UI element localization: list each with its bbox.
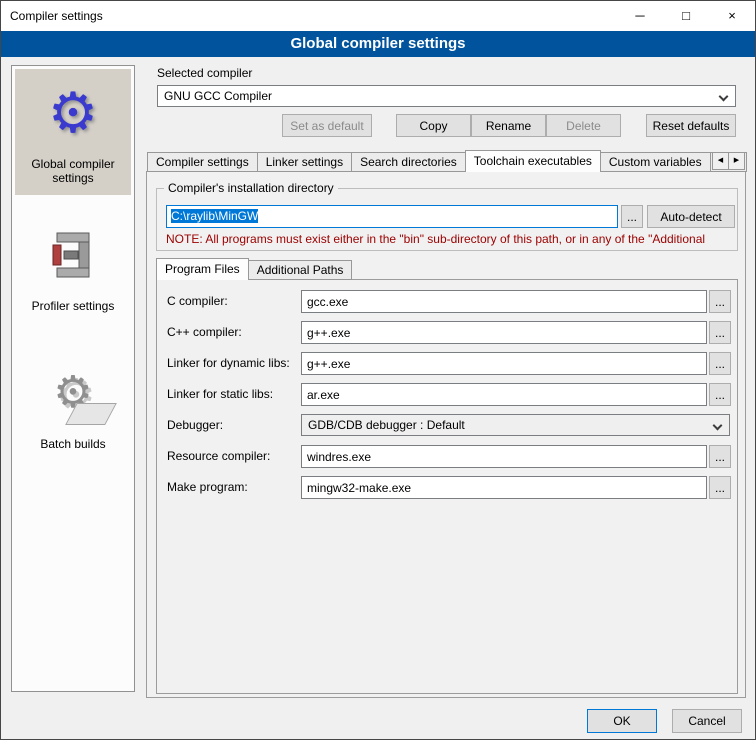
inner-tab-strip: Program Files Additional Paths xyxy=(156,258,352,280)
dynamic-linker-input[interactable] xyxy=(301,352,707,375)
tab-linker-settings[interactable]: Linker settings xyxy=(257,152,352,172)
installation-directory-browse-button[interactable]: ... xyxy=(621,205,643,228)
tab-scroll-left-button[interactable]: ◀ xyxy=(712,152,729,170)
dynamic-linker-row: Linker for dynamic libs: ... xyxy=(156,352,738,375)
cpp-compiler-browse-button[interactable]: ... xyxy=(709,321,731,344)
tab-program-files[interactable]: Program Files xyxy=(156,258,249,280)
blue-gear-icon: ⚙ xyxy=(48,77,98,149)
page-title: Global compiler settings xyxy=(1,31,755,57)
cpp-compiler-row: C++ compiler: ... xyxy=(156,321,738,344)
installation-directory-value: C:\raylib\MinGW xyxy=(171,209,258,223)
cancel-button[interactable]: Cancel xyxy=(672,709,742,733)
tab-compiler-settings[interactable]: Compiler settings xyxy=(147,152,258,172)
tab-additional-paths[interactable]: Additional Paths xyxy=(248,260,353,280)
compiler-settings-window: Compiler settings ─ □ × Global compiler … xyxy=(0,0,756,740)
auto-detect-button[interactable]: Auto-detect xyxy=(647,205,735,228)
dynamic-linker-label: Linker for dynamic libs: xyxy=(167,356,290,370)
set-as-default-button[interactable]: Set as default xyxy=(282,114,372,137)
debugger-select[interactable]: GDB/CDB debugger : Default xyxy=(301,414,730,436)
resource-compiler-input[interactable] xyxy=(301,445,707,468)
sidebar: ⚙ Global compiler settings Profiler sett… xyxy=(11,65,135,692)
sidebar-item-global-compiler-settings[interactable]: ⚙ Global compiler settings xyxy=(15,69,131,195)
compiler-select[interactable]: GNU GCC Compiler xyxy=(157,85,736,107)
make-program-row: Make program: ... xyxy=(156,476,738,499)
installation-directory-input[interactable]: C:\raylib\MinGW xyxy=(166,205,618,228)
ok-button[interactable]: OK xyxy=(587,709,657,733)
debugger-row: Debugger: GDB/CDB debugger : Default xyxy=(156,414,738,437)
debugger-label: Debugger: xyxy=(167,418,223,432)
maximize-button[interactable]: □ xyxy=(663,1,709,31)
selected-compiler-label: Selected compiler xyxy=(157,66,252,80)
note-text: NOTE: All programs must exist either in … xyxy=(166,232,732,246)
debugger-select-value: GDB/CDB debugger : Default xyxy=(308,418,465,432)
c-compiler-row: C compiler: ... xyxy=(156,290,738,313)
make-program-input[interactable] xyxy=(301,476,707,499)
resource-compiler-row: Resource compiler: ... xyxy=(156,445,738,468)
dynamic-linker-browse-button[interactable]: ... xyxy=(709,352,731,375)
c-compiler-label: C compiler: xyxy=(167,294,228,308)
close-button[interactable]: × xyxy=(709,1,755,31)
resource-compiler-browse-button[interactable]: ... xyxy=(709,445,731,468)
tab-search-directories[interactable]: Search directories xyxy=(351,152,466,172)
window-controls: ─ □ × xyxy=(617,1,755,31)
static-linker-row: Linker for static libs: ... xyxy=(156,383,738,406)
cpp-compiler-input[interactable] xyxy=(301,321,707,344)
c-compiler-input[interactable] xyxy=(301,290,707,313)
c-compiler-browse-button[interactable]: ... xyxy=(709,290,731,313)
sidebar-item-label: Batch builds xyxy=(40,437,105,451)
sidebar-item-profiler-settings[interactable]: Profiler settings xyxy=(15,211,131,323)
delete-button[interactable]: Delete xyxy=(546,114,621,137)
titlebar: Compiler settings ─ □ × xyxy=(1,1,755,31)
chevron-down-icon xyxy=(719,92,729,102)
chevron-down-icon xyxy=(713,421,723,431)
tab-toolchain-executables[interactable]: Toolchain executables xyxy=(465,150,601,172)
tab-scroll-right-button[interactable]: ▶ xyxy=(728,152,745,170)
static-linker-browse-button[interactable]: ... xyxy=(709,383,731,406)
main-tab-strip: Compiler settings Linker settings Search… xyxy=(147,150,747,172)
compiler-select-value: GNU GCC Compiler xyxy=(164,89,272,103)
sidebar-item-label: Global compiler settings xyxy=(17,157,129,185)
installation-directory-group-label: Compiler's installation directory xyxy=(164,181,338,195)
cpp-compiler-label: C++ compiler: xyxy=(167,325,242,339)
static-linker-input[interactable] xyxy=(301,383,707,406)
gray-gear-icon: ⚙ xyxy=(53,357,92,429)
reset-defaults-button[interactable]: Reset defaults xyxy=(646,114,736,137)
make-program-label: Make program: xyxy=(167,480,248,494)
window-title: Compiler settings xyxy=(1,9,103,23)
rename-button[interactable]: Rename xyxy=(471,114,546,137)
sidebar-item-batch-builds[interactable]: ⚙ Batch builds xyxy=(15,349,131,461)
minimize-button[interactable]: ─ xyxy=(617,1,663,31)
sidebar-item-label: Profiler settings xyxy=(32,299,115,313)
resource-compiler-label: Resource compiler: xyxy=(167,449,270,463)
static-linker-label: Linker for static libs: xyxy=(167,387,273,401)
copy-button[interactable]: Copy xyxy=(396,114,471,137)
tab-custom-variables[interactable]: Custom variables xyxy=(600,152,711,172)
make-program-browse-button[interactable]: ... xyxy=(709,476,731,499)
clamp-icon xyxy=(45,219,101,291)
